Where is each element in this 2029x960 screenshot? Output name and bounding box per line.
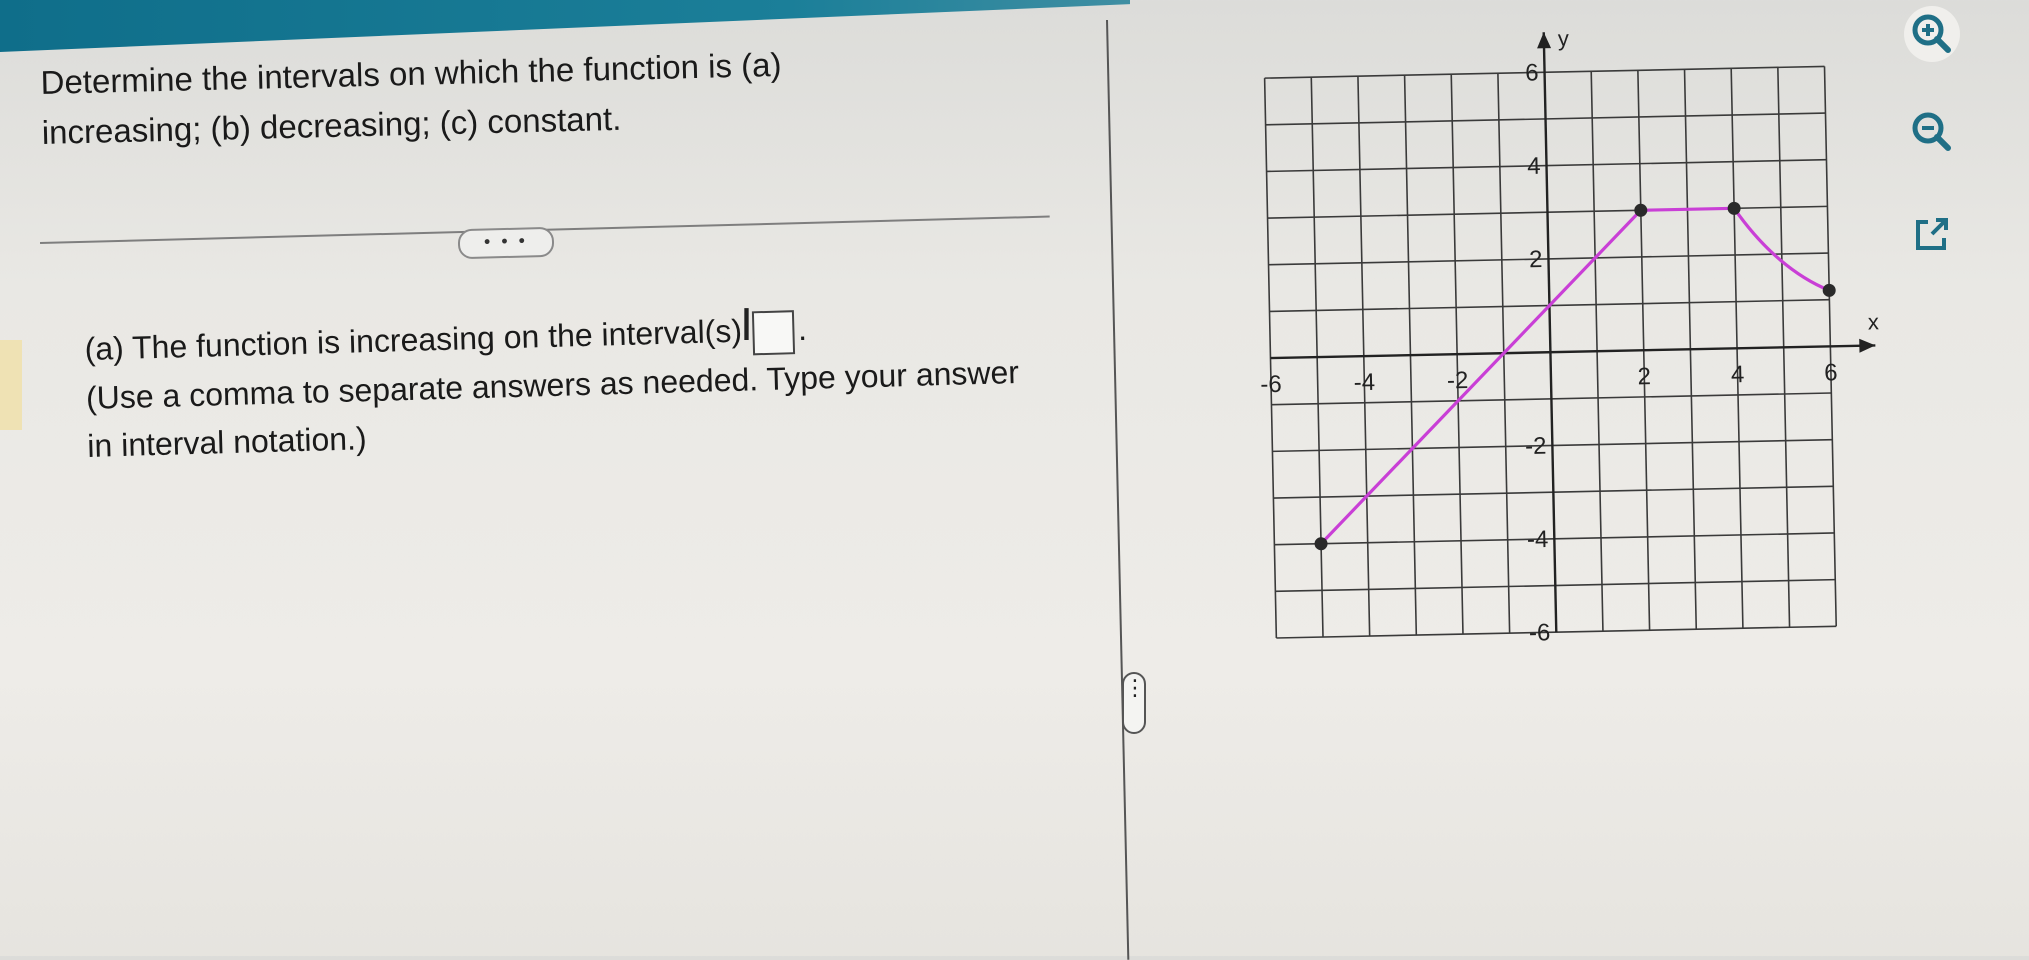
panel-splitter-handle[interactable]: ⋮ (1122, 672, 1146, 734)
function-endpoint (1822, 283, 1836, 297)
y-tick-label: 2 (1529, 246, 1543, 273)
x-tick-label: -2 (1447, 367, 1469, 394)
x-tick-label: 4 (1731, 361, 1745, 388)
zoom-out-button[interactable] (1904, 104, 1960, 160)
part-a-instructions: (Use a comma to separate answers as need… (85, 353, 1020, 464)
zoom-in-button[interactable] (1904, 6, 1960, 62)
interval-answer-input[interactable] (751, 309, 795, 355)
x-axis-label: x (1868, 309, 1880, 334)
x-tick-label: -4 (1353, 369, 1375, 396)
x-tick-label: 2 (1637, 363, 1651, 390)
x-axis-arrow (1859, 338, 1876, 353)
text-cursor-icon: I (740, 300, 753, 351)
x-tick-label: -6 (1260, 371, 1282, 398)
part-a-text: (a) The function is increasing on the in… (84, 312, 743, 367)
y-tick-label: 4 (1527, 153, 1541, 180)
y-axis-arrow (1537, 32, 1552, 49)
y-tick-label: 6 (1525, 59, 1539, 86)
panel-divider[interactable] (1106, 19, 1130, 960)
function-graph: x y -6 -4 -2 2 4 6 6 4 2 -2 -4 -6 (1260, 26, 1880, 647)
y-tick-label: -2 (1525, 433, 1547, 460)
question-prompt: Determine the intervals on which the fun… (40, 45, 782, 151)
y-tick-label: -4 (1527, 526, 1549, 553)
left-accent-strip (0, 340, 22, 430)
zoom-in-icon (1912, 14, 1951, 53)
y-axis-label: y (1558, 26, 1570, 51)
part-a-question: (a) The function is increasing on the in… (84, 298, 1048, 469)
x-tick-label: 6 (1824, 359, 1838, 386)
function-segment (1640, 206, 1735, 212)
zoom-out-icon (1912, 112, 1951, 151)
popout-button[interactable] (1904, 206, 1960, 262)
y-tick-label: -6 (1529, 619, 1551, 646)
expand-more-button[interactable]: • • • (457, 226, 555, 260)
part-a-end-punct: . (797, 310, 808, 348)
external-link-icon (1916, 218, 1948, 250)
